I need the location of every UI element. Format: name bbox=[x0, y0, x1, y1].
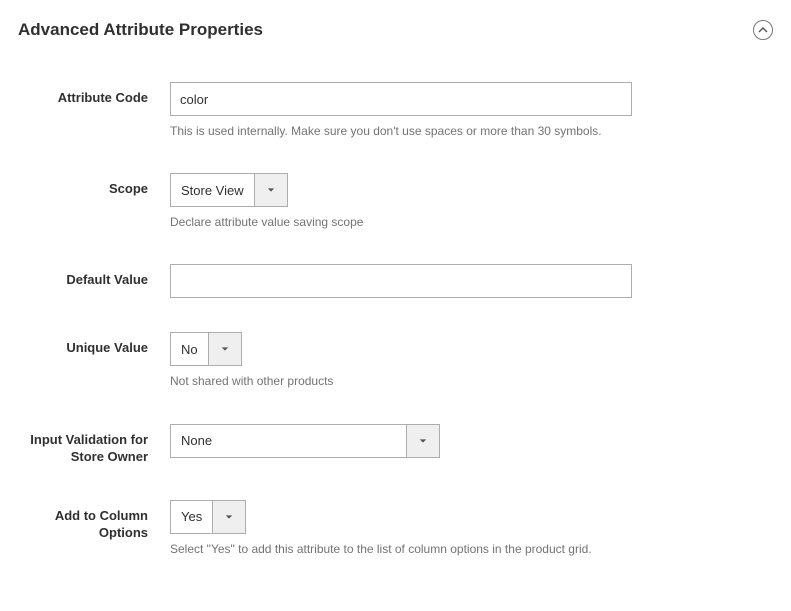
label-unique-value: Unique Value bbox=[18, 332, 170, 357]
add-to-column-select-arrow[interactable] bbox=[212, 501, 245, 533]
label-default-value: Default Value bbox=[18, 264, 170, 289]
field-scope: Store View Declare attribute value savin… bbox=[170, 173, 632, 230]
input-validation-select[interactable]: None bbox=[170, 424, 440, 458]
row-scope: Scope Store View Declare attribute value… bbox=[18, 173, 773, 230]
add-to-column-note: Select "Yes" to add this attribute to th… bbox=[170, 541, 632, 557]
row-input-validation: Input Validation for Store Owner None bbox=[18, 424, 773, 466]
label-add-to-column: Add to Column Options bbox=[18, 500, 170, 542]
default-value-input[interactable] bbox=[170, 264, 632, 298]
field-add-to-column: Yes Select "Yes" to add this attribute t… bbox=[170, 500, 632, 557]
row-default-value: Default Value bbox=[18, 264, 773, 298]
unique-value-note: Not shared with other products bbox=[170, 373, 632, 389]
input-validation-select-arrow[interactable] bbox=[406, 425, 439, 457]
field-default-value bbox=[170, 264, 632, 298]
attribute-code-note: This is used internally. Make sure you d… bbox=[170, 123, 632, 139]
row-unique-value: Unique Value No Not shared with other pr… bbox=[18, 332, 773, 389]
scope-select[interactable]: Store View bbox=[170, 173, 288, 207]
scope-select-arrow[interactable] bbox=[254, 174, 287, 206]
add-to-column-select-value: Yes bbox=[171, 501, 212, 533]
scope-note: Declare attribute value saving scope bbox=[170, 214, 632, 230]
add-to-column-select[interactable]: Yes bbox=[170, 500, 246, 534]
input-validation-select-value: None bbox=[171, 425, 406, 457]
unique-value-select-arrow[interactable] bbox=[208, 333, 241, 365]
caret-down-icon bbox=[225, 513, 233, 521]
caret-down-icon bbox=[267, 186, 275, 194]
section-header: Advanced Attribute Properties bbox=[18, 20, 773, 40]
scope-select-value: Store View bbox=[171, 174, 254, 206]
field-input-validation: None bbox=[170, 424, 632, 458]
collapse-toggle[interactable] bbox=[753, 20, 773, 40]
unique-value-select[interactable]: No bbox=[170, 332, 242, 366]
row-attribute-code: Attribute Code This is used internally. … bbox=[18, 82, 773, 139]
label-attribute-code: Attribute Code bbox=[18, 82, 170, 107]
caret-down-icon bbox=[221, 345, 229, 353]
label-input-validation: Input Validation for Store Owner bbox=[18, 424, 170, 466]
field-unique-value: No Not shared with other products bbox=[170, 332, 632, 389]
attribute-code-input[interactable] bbox=[170, 82, 632, 116]
unique-value-select-value: No bbox=[171, 333, 208, 365]
section-title: Advanced Attribute Properties bbox=[18, 20, 263, 40]
label-scope: Scope bbox=[18, 173, 170, 198]
caret-down-icon bbox=[419, 437, 427, 445]
chevron-up-icon bbox=[758, 25, 768, 35]
field-attribute-code: This is used internally. Make sure you d… bbox=[170, 82, 632, 139]
row-add-to-column: Add to Column Options Yes Select "Yes" t… bbox=[18, 500, 773, 557]
